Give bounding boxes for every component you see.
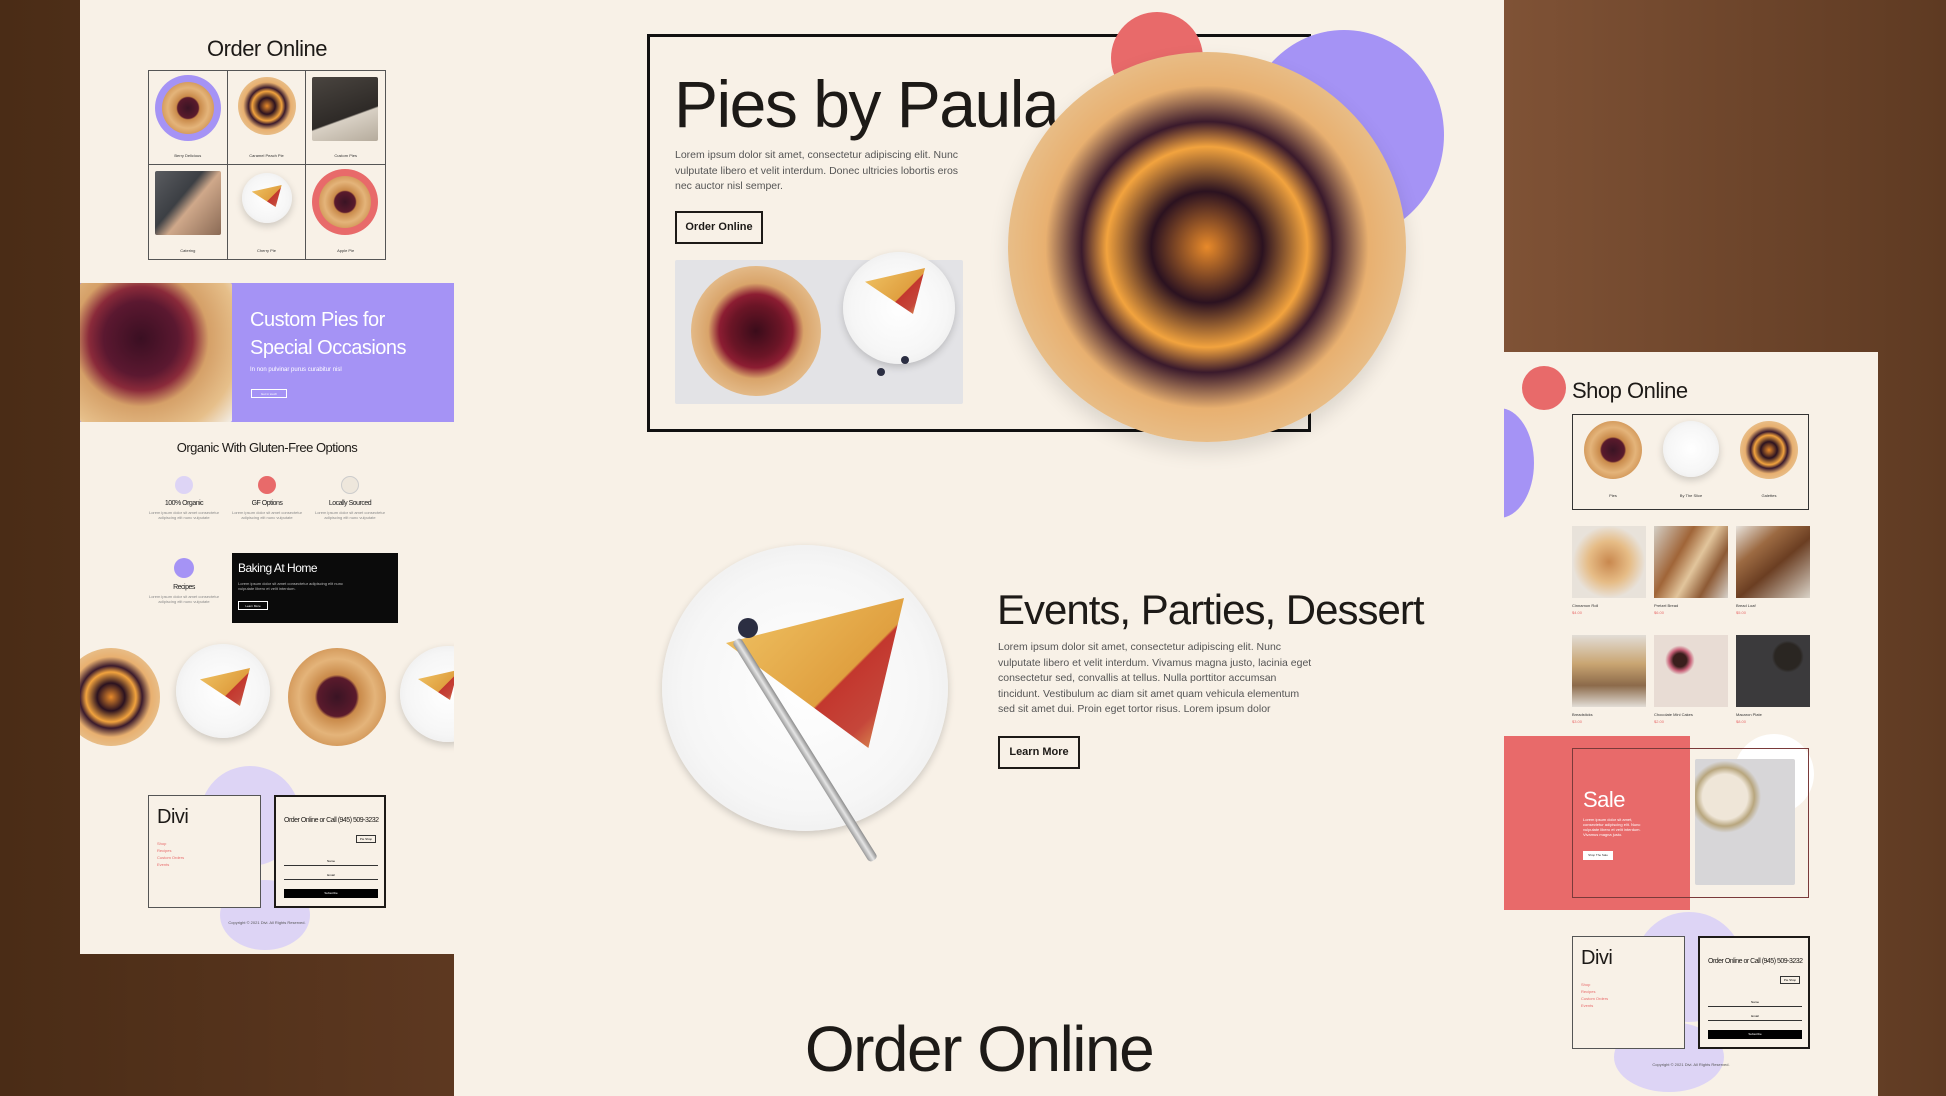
order-online-button[interactable]: Order Online (675, 211, 763, 244)
get-in-touch-button[interactable]: Get in touch (251, 389, 287, 398)
subscribe-button[interactable]: Subscribe (1708, 1030, 1802, 1039)
footer-link[interactable]: Events (1581, 1003, 1593, 1008)
footer-logo-card: Divi Shop Recipes Custom Orders Events (1572, 936, 1685, 1049)
footer-link[interactable]: Custom Orders (157, 855, 184, 860)
organic-heading: Organic With Gluten-Free Options (176, 440, 358, 455)
grid-item[interactable]: Caramel Peach Pie (227, 71, 307, 165)
learn-more-button[interactable]: Learn More (998, 736, 1080, 769)
footer-link[interactable]: Shop (1581, 982, 1590, 987)
custom-pies-banner: Custom Pies for Special Occasions In non… (80, 283, 454, 422)
coral-badge (1522, 366, 1566, 410)
gf-icon (258, 476, 276, 494)
order-online-heading: Order Online (207, 36, 327, 61)
leaf-icon (341, 476, 359, 494)
grid-item[interactable]: Cherry Pie (228, 165, 307, 259)
grid-item[interactable]: Custom Pies (306, 71, 385, 165)
hero-title: Pies by Paula (674, 67, 1060, 141)
pie-shop-button[interactable]: Pie Shop (356, 835, 376, 843)
grid-item[interactable]: Catering (149, 165, 228, 259)
hero-small-photo (675, 252, 963, 404)
berry-galette-image (80, 283, 232, 422)
grid-item[interactable]: Berry Delicious (149, 71, 228, 165)
pie-shop-button[interactable]: Pie Shop (1780, 976, 1800, 984)
learn-more-button[interactable]: Learn More (238, 601, 268, 610)
sale-title: Sale (1583, 787, 1626, 812)
copyright: Copyright © 2021 Divi. All Rights Reserv… (228, 920, 306, 925)
custom-pies-title-2: Special Occasions (250, 337, 407, 359)
footer-link[interactable]: Events (157, 862, 169, 867)
hero-galette-image (1008, 52, 1406, 442)
footer-link[interactable]: Custom Orders (1581, 996, 1608, 1001)
right-preview-panel: Shop Online Pies By The Slice Galettes C… (1504, 352, 1878, 1096)
basket-icon (175, 476, 193, 494)
lavender-edge (1504, 408, 1534, 518)
product-grid: Cinnamon Roll $4.00 Pretzel Bread $6.00 … (1572, 526, 1812, 724)
product-card[interactable]: Bread Loaf $5.00 (1736, 526, 1810, 615)
email-field[interactable]: Email (284, 873, 378, 880)
name-field[interactable]: Name (284, 859, 378, 866)
footer-link[interactable]: Recipes (157, 848, 171, 853)
footer-subscribe-card: Order Online or Call (945) 509-3232 Pie … (274, 795, 386, 908)
feature-local: Locally Sourced Lorem ipsum dolor sit am… (308, 476, 392, 520)
product-card[interactable]: Pretzel Bread $6.00 (1654, 526, 1728, 615)
email-field[interactable]: Email (1708, 1014, 1802, 1021)
name-field[interactable]: Name (1708, 1000, 1802, 1007)
custom-pies-title: Custom Pies for (250, 309, 385, 331)
divi-logo[interactable]: Divi (1581, 947, 1613, 970)
recipe-icon (174, 558, 194, 578)
grid-item[interactable]: Apple Pie (306, 165, 385, 259)
main-preview-panel: Pies by Paula Lorem ipsum dolor sit amet… (454, 0, 1504, 1096)
feature-organic: 100% Organic Lorem ipsum dolor sit amet … (142, 476, 226, 520)
left-preview-panel: Order Online Berry Delicious Caramel Pea… (80, 0, 454, 954)
shop-online-heading: Shop Online (1572, 378, 1688, 403)
footer-logo-card: Divi Shop Recipes Custom Orders Events (148, 795, 261, 908)
feature-gf: GF Options Lorem ipsum dolor sit amet co… (225, 476, 309, 520)
footer-link[interactable]: Recipes (1581, 989, 1595, 994)
sale-image (1695, 759, 1795, 885)
product-grid: Berry Delicious Caramel Peach Pie Custom… (148, 70, 386, 260)
custom-pies-subtitle: In non pulvinar purus curabitur nisl (250, 367, 342, 373)
pie-carousel (80, 642, 454, 752)
events-title: Events, Parties, Dessert (997, 586, 1424, 633)
baking-at-home-card: Baking At Home Lorem ipsum dolor sit ame… (232, 553, 398, 623)
order-online-bottom-heading: Order Online (804, 1013, 1155, 1085)
category-pies[interactable]: Pies (1581, 421, 1645, 498)
product-card[interactable]: Breadsticks $3.00 (1572, 635, 1646, 724)
product-card[interactable]: Cinnamon Roll $4.00 (1572, 526, 1646, 615)
divi-logo[interactable]: Divi (157, 806, 189, 829)
footer-link[interactable]: Shop (157, 841, 166, 846)
category-slice[interactable]: By The Slice (1659, 421, 1723, 498)
shop-category-card: Pies By The Slice Galettes (1572, 414, 1809, 510)
events-body: Lorem ipsum dolor sit amet, consectetur … (998, 641, 1312, 715)
copyright: Copyright © 2021 Divi. All Rights Reserv… (1652, 1062, 1730, 1067)
shop-sale-button[interactable]: Shop The Sale (1583, 851, 1613, 860)
sale-card: Sale Lorem ipsum dolor sit amet, consect… (1572, 748, 1809, 898)
feature-recipes: Recipes Lorem ipsum dolor sit amet conse… (142, 558, 226, 604)
category-galettes[interactable]: Galettes (1737, 421, 1801, 498)
hero-body: Lorem ipsum dolor sit amet, consectetur … (675, 149, 959, 192)
product-card[interactable]: Macaron Plate $8.00 (1736, 635, 1810, 724)
product-card[interactable]: Chocolate Mini Cakes $2.00 (1654, 635, 1728, 724)
footer-subscribe-card: Order Online or Call (945) 509-3232 Pie … (1698, 936, 1810, 1049)
subscribe-button[interactable]: Subscribe (284, 889, 378, 898)
